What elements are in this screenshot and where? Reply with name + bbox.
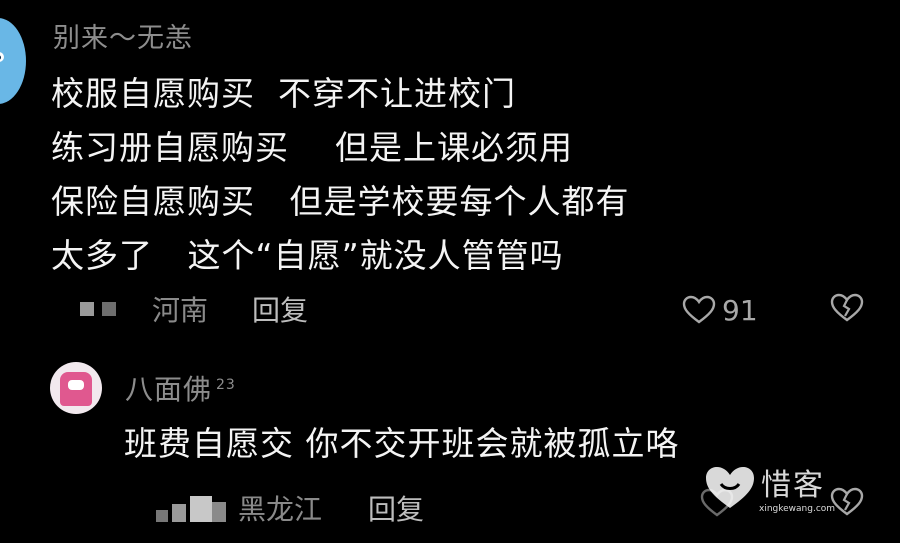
watermark-logo: 惜客 xingkewang.com [697,458,836,518]
reply-button[interactable]: 回复 [252,289,308,329]
reply-body: 班费自愿交 你不交开班会就被孤立咯 [124,424,680,463]
reply-username[interactable]: 八面佛 23 [125,368,236,408]
avatar-figure-detail [68,380,84,390]
comment-thread: 别来～无恙 校服自愿购买 不穿不让进校门 练习册自愿购买 但是上课必须用 保险自… [0,0,900,543]
comment-line: 校服自愿购买 不穿不让进校门 [51,74,516,113]
comment-meta: 河南 回复 [80,288,308,330]
broken-heart-icon [830,487,864,516]
comment-username[interactable]: 别来～无恙 [53,16,193,55]
like-count: 91 [722,293,758,327]
reply-button[interactable]: 回复 [368,488,424,528]
watermark-text: 惜客 [761,468,825,503]
avatar[interactable] [0,18,26,104]
comment-body: 校服自愿购买 不穿不让进校门 练习册自愿购买 但是上课必须用 保险自愿购买 但是… [51,67,629,283]
reply-meta: 黑龙江 回复 [150,486,424,530]
user-level-badge: 23 [216,376,236,393]
location-label: 河南 [152,294,209,327]
dislike-button[interactable] [830,487,864,521]
comment-line: 练习册自愿购买 但是上课必须用 [51,128,573,167]
redacted-timestamp [80,302,94,316]
comment-line: 太多了 这个“自愿”就没人管管吗 [51,236,564,275]
heart-icon [682,295,716,324]
watermark-subtext: xingkewang.com [759,504,836,514]
reply-username-text: 八面佛 [125,373,213,406]
location-label: 黑龙江 [238,493,323,526]
reply-avatar[interactable] [50,362,102,414]
dislike-button[interactable] [830,293,864,327]
heart-logo-icon [706,467,754,508]
comment-line: 保险自愿购买 但是学校要每个人都有 [51,182,630,221]
broken-heart-icon [830,293,864,322]
like-button[interactable]: 91 [682,290,758,330]
redacted-timestamp [150,488,230,528]
redacted-timestamp [102,302,116,316]
